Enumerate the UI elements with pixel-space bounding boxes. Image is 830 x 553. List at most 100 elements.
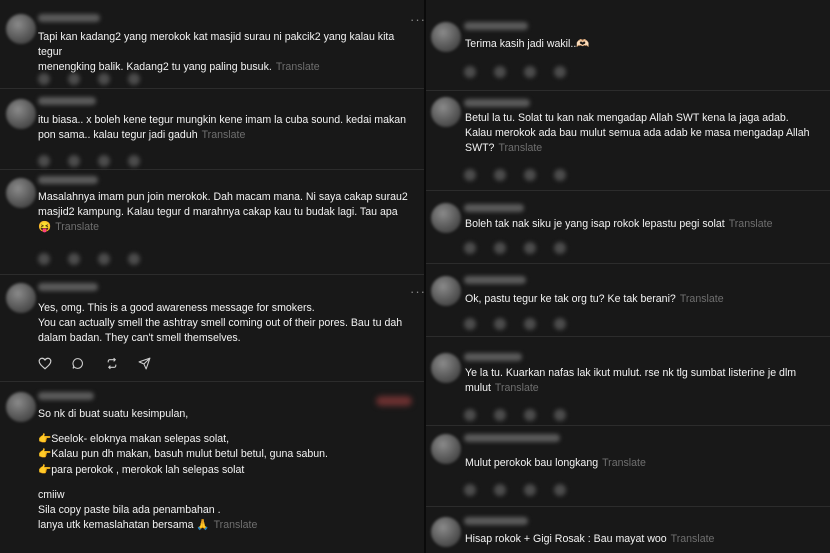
translate-link[interactable]: Translate [214,519,258,531]
share-icon[interactable] [128,252,140,265]
repost-icon[interactable] [105,357,119,370]
avatar[interactable] [431,517,461,547]
translate-link[interactable]: Translate [55,221,99,233]
reply-post: Boleh tak nak siku je yang isap rokok le… [426,191,830,264]
post-text: Yes, omg. This is a good awareness messa… [38,301,420,347]
like-icon[interactable] [464,483,476,496]
post-actions [464,166,584,181]
like-icon[interactable] [464,408,476,421]
translate-link[interactable]: Translate [495,382,539,394]
username[interactable] [464,276,526,284]
like-icon[interactable] [38,357,52,370]
share-icon[interactable] [128,72,140,85]
post-text: Mulut perokok bau longkang Translate [465,456,825,471]
translate-link[interactable]: Translate [276,61,320,73]
translate-link[interactable]: Translate [202,129,246,141]
repost-icon[interactable] [524,483,536,496]
username[interactable] [464,99,530,107]
reply-post: Masalahnya imam pun join merokok. Dah ma… [0,170,424,275]
share-icon[interactable] [128,154,140,167]
reply-icon[interactable] [494,168,506,181]
avatar[interactable] [6,283,36,313]
post-actions [464,315,584,330]
like-icon[interactable] [38,154,50,167]
post-line: masjid2 kampung. Kalau tegur d marahnya … [38,206,398,219]
repost-icon[interactable] [98,252,110,265]
post-text: Terima kasih jadi wakil..🫶🏻 [465,37,825,52]
more-options-icon[interactable]: ··· [410,285,424,298]
reply-icon[interactable] [71,357,85,370]
like-icon[interactable] [464,317,476,330]
translate-link[interactable]: Translate [602,457,646,469]
username[interactable] [464,517,528,525]
post-text: Ok, pastu tegur ke tak org tu? Ke tak be… [465,292,825,307]
like-icon[interactable] [38,72,50,85]
post-actions [38,70,158,85]
reply-post: Mulut perokok bau longkang Translate [426,426,830,507]
avatar[interactable] [6,99,36,129]
reply-icon[interactable] [494,65,506,78]
reply-post: Terima kasih jadi wakil..🫶🏻 [426,0,830,91]
share-icon[interactable] [554,168,566,181]
username[interactable] [38,176,98,184]
share-icon[interactable] [554,408,566,421]
avatar[interactable] [431,97,461,127]
repost-icon[interactable] [98,154,110,167]
post-line: Kalau merokok ada bau mulut semua ada ad… [465,127,810,140]
avatar[interactable] [431,276,461,306]
avatar[interactable] [431,353,461,383]
share-icon[interactable] [554,241,566,254]
username[interactable] [38,392,94,400]
username[interactable] [464,434,560,442]
reply-icon[interactable] [68,154,80,167]
username[interactable] [38,97,96,105]
username[interactable] [464,22,528,30]
reply-post: itu biasa.. x boleh kene tegur mungkin k… [0,89,424,170]
reply-icon[interactable] [68,252,80,265]
post-line: pon sama.. kalau tegur jadi gaduh [38,129,198,142]
repost-icon[interactable] [524,168,536,181]
post-line: Betul la tu. Solat tu kan nak mengadap A… [465,112,789,124]
reply-icon[interactable] [494,408,506,421]
like-icon[interactable] [38,252,50,265]
avatar[interactable] [6,392,36,422]
reply-icon[interactable] [68,72,80,85]
reply-icon[interactable] [494,317,506,330]
left-thread-panel: ··· Tapi kan kadang2 yang merokok kat ma… [0,0,424,553]
post-text: Boleh tak nak siku je yang isap rokok le… [465,217,825,232]
repost-icon[interactable] [524,408,536,421]
avatar[interactable] [6,14,36,44]
repost-icon[interactable] [98,72,110,85]
share-icon[interactable] [554,317,566,330]
reply-icon[interactable] [494,483,506,496]
more-options-icon[interactable]: ··· [410,13,424,26]
username[interactable] [38,14,100,22]
repost-icon[interactable] [524,241,536,254]
share-icon[interactable] [554,483,566,496]
reply-icon[interactable] [494,241,506,254]
like-icon[interactable] [464,65,476,78]
avatar[interactable] [431,203,461,233]
translate-link[interactable]: Translate [498,142,542,154]
like-icon[interactable] [464,241,476,254]
share-icon[interactable] [138,357,151,370]
translate-link[interactable]: Translate [671,533,715,545]
post-text: Masalahnya imam pun join merokok. Dah ma… [38,190,420,236]
post-line: Hisap rokok + Gigi Rosak : Bau mayat woo [465,533,667,545]
post-line: Ye la tu. Kuarkan nafas lak ikut mulut. … [465,367,797,379]
repost-icon[interactable] [524,317,536,330]
repost-icon[interactable] [524,65,536,78]
avatar[interactable] [6,178,36,208]
username[interactable] [38,283,98,291]
translate-link[interactable]: Translate [729,218,773,230]
username[interactable] [464,204,524,212]
translate-link[interactable]: Translate [680,293,724,305]
post-line: itu biasa.. x boleh kene tegur mungkin k… [38,114,407,126]
like-icon[interactable] [464,168,476,181]
post-text: itu biasa.. x boleh kene tegur mungkin k… [38,113,420,143]
avatar[interactable] [431,22,461,52]
share-icon[interactable] [554,65,566,78]
username[interactable] [464,353,522,361]
avatar[interactable] [431,434,461,464]
post-text: So nk di buat suatu kesimpulan, 👉Seelok-… [38,407,420,533]
